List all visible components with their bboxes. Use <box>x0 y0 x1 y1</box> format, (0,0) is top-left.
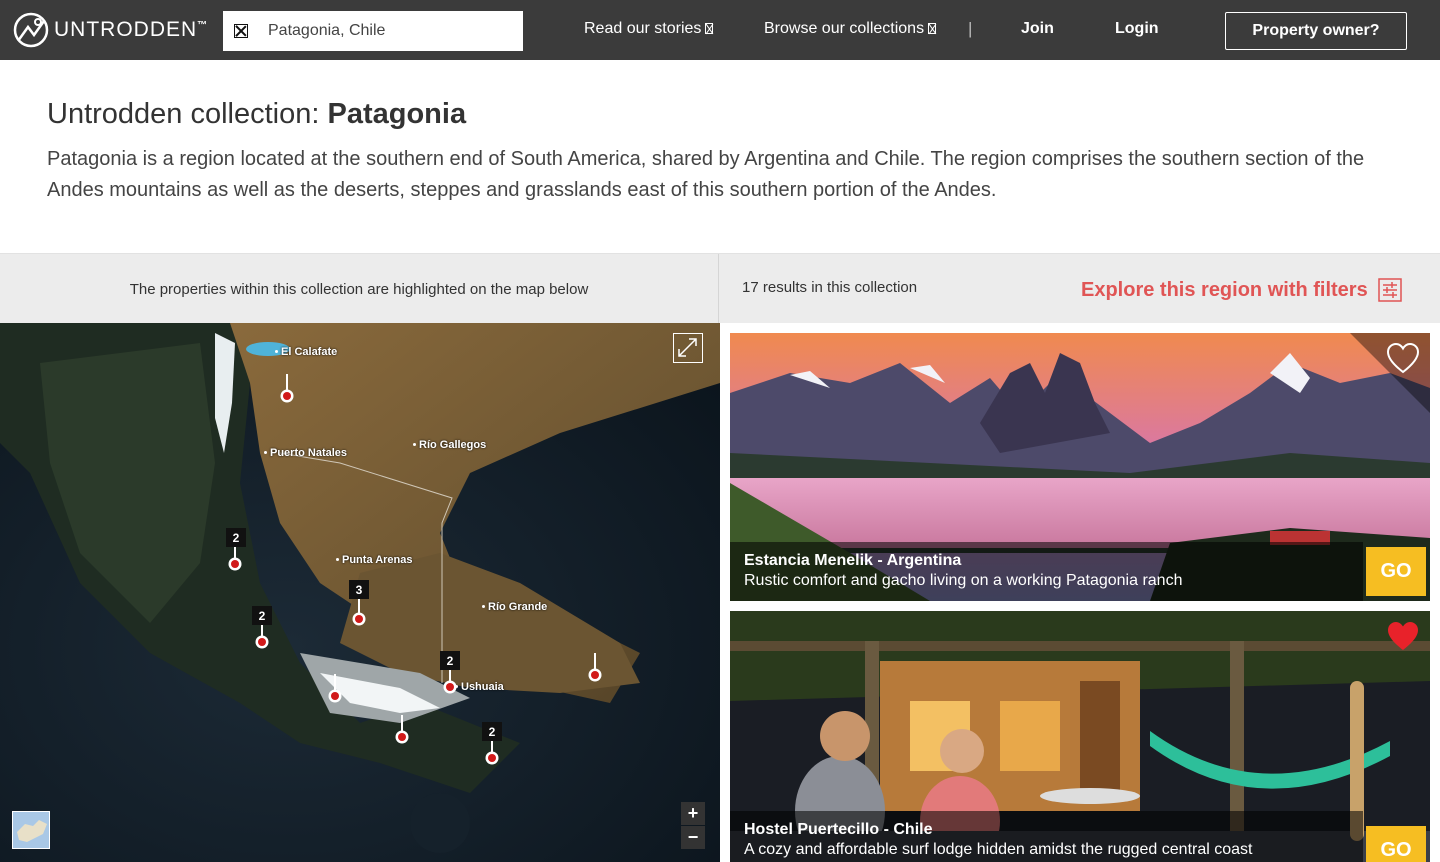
login-link[interactable]: Login <box>1115 20 1159 38</box>
collection-map[interactable]: El Calafate Río Gallegos Puerto Natales … <box>0 323 720 862</box>
property-owner-button[interactable]: Property owner? <box>1225 12 1407 50</box>
listing-title: Hostel Puertecillo - Chile <box>744 821 933 838</box>
map-pin[interactable] <box>394 715 410 745</box>
listing-info: Estancia Menelik - Argentina Rustic comf… <box>730 542 1363 601</box>
search-box[interactable] <box>223 11 523 51</box>
map-label-puerto-natales: Puerto Natales <box>264 447 347 459</box>
map-fullscreen-button[interactable] <box>673 333 703 363</box>
map-cluster-count[interactable]: 2 <box>440 651 460 670</box>
map-pin[interactable] <box>327 674 343 704</box>
map-label-rio-gallegos: Río Gallegos <box>413 439 486 451</box>
listing-title: Estancia Menelik - Argentina <box>744 552 962 569</box>
map-pin[interactable] <box>351 597 367 627</box>
explore-filters-link[interactable]: Explore this region with filters <box>1081 278 1402 302</box>
map-pin[interactable] <box>279 374 295 404</box>
untrodden-logo[interactable]: UNTRODDEN™ <box>12 11 208 49</box>
filters-icon <box>1377 278 1402 302</box>
browse-collections-menu[interactable]: Browse our collections <box>764 20 937 38</box>
favorite-heart-icon[interactable] <box>1386 343 1420 375</box>
search-input[interactable] <box>268 22 508 40</box>
favorite-heart-icon[interactable] <box>1386 621 1420 653</box>
map-label-punta-arenas: Punta Arenas <box>336 554 413 566</box>
map-label-ushuaia: Ushuaia <box>455 681 504 693</box>
results-info-bar: The properties within this collection ar… <box>0 253 1440 324</box>
minimap-icon <box>13 812 49 848</box>
listing-description: Rustic comfort and gacho living on a wor… <box>744 572 1183 589</box>
page-title: Untrodden collection: Patagonia <box>47 98 467 130</box>
map-label-el-calafate: El Calafate <box>275 346 337 358</box>
map-label-rio-grande: Río Grande <box>482 601 547 613</box>
dropdown-icon <box>705 23 714 34</box>
zoom-out-button[interactable]: − <box>681 826 705 849</box>
nav-separator: | <box>968 19 973 38</box>
go-button[interactable]: GO <box>1366 826 1426 862</box>
listing-description: A cozy and affordable surf lodge hidden … <box>744 841 1253 858</box>
map-pin[interactable] <box>587 653 603 683</box>
go-button[interactable]: GO <box>1366 547 1426 596</box>
map-layer-toggle[interactable] <box>12 811 50 849</box>
read-stories-menu[interactable]: Read our stories <box>584 20 714 38</box>
map-cluster-count[interactable]: 2 <box>226 528 246 547</box>
search-icon <box>234 24 248 38</box>
collection-description: Patagonia is a region located at the sou… <box>47 148 1365 201</box>
map-cluster-count[interactable]: 2 <box>482 722 502 741</box>
expand-icon <box>678 338 697 357</box>
zoom-in-button[interactable]: + <box>681 802 705 825</box>
listing-info: Hostel Puertecillo - Chile A cozy and af… <box>730 811 1363 862</box>
collection-intro: Untrodden collection: Patagonia Patagoni… <box>47 98 1387 206</box>
results-count: 17 results in this collection <box>742 279 918 296</box>
top-navigation-bar: UNTRODDEN™ Read our stories Browse our c… <box>0 0 1440 60</box>
join-link[interactable]: Join <box>1021 20 1054 38</box>
map-note: The properties within this collection ar… <box>0 254 719 324</box>
logo-icon <box>13 12 49 48</box>
listing-card[interactable]: Estancia Menelik - Argentina Rustic comf… <box>730 333 1430 601</box>
listing-card[interactable]: Hostel Puertecillo - Chile A cozy and af… <box>730 611 1430 862</box>
brand-name: UNTRODDEN™ <box>54 18 209 41</box>
map-cluster-count[interactable]: 2 <box>252 606 272 625</box>
dropdown-icon <box>928 23 937 34</box>
map-zoom-controls: + − <box>681 802 705 850</box>
map-cluster-count[interactable]: 3 <box>349 580 369 599</box>
